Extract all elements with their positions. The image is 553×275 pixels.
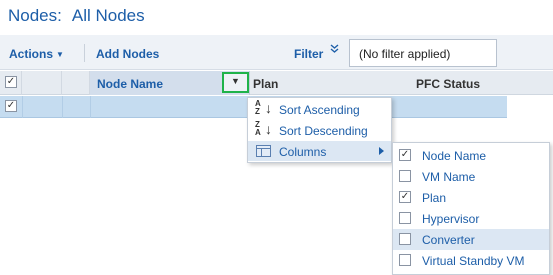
column-toggle-label: Virtual Standby VM bbox=[422, 254, 525, 268]
cell-divider bbox=[90, 96, 91, 118]
column-toggle-converter[interactable]: Converter bbox=[393, 229, 549, 250]
column-header-label: Node Name bbox=[97, 77, 164, 91]
column-toggle-vm-name[interactable]: VM Name bbox=[393, 166, 549, 187]
sort-descending-item[interactable]: Z A ↓ Sort Descending bbox=[248, 120, 391, 140]
dropdown-triangle-icon: ▼ bbox=[231, 76, 240, 86]
column-toggle-label: Node Name bbox=[422, 149, 487, 163]
toolbar-divider bbox=[84, 44, 85, 62]
row-checkbox[interactable]: ✓ bbox=[5, 100, 17, 112]
column-checkbox[interactable] bbox=[399, 254, 411, 266]
column-checkbox[interactable]: ✓ bbox=[399, 149, 411, 161]
header-spacer-cell bbox=[62, 71, 90, 95]
filter-button[interactable]: Filter bbox=[294, 47, 323, 61]
column-toggle-node-name[interactable]: ✓ Node Name bbox=[393, 145, 549, 166]
toolbar: Actions ▼ Add Nodes Filter (No filter app… bbox=[0, 35, 553, 70]
double-chevron-down-icon[interactable] bbox=[330, 44, 339, 57]
column-checkbox[interactable]: ✓ bbox=[399, 191, 411, 203]
column-header-pfc-status[interactable]: PFC Status bbox=[416, 77, 480, 91]
column-header-plan[interactable]: Plan bbox=[253, 77, 278, 91]
column-checkbox[interactable] bbox=[399, 233, 411, 245]
column-toggle-virtual-standby-vm[interactable]: Virtual Standby VM bbox=[393, 250, 549, 271]
column-checkbox[interactable] bbox=[399, 170, 411, 182]
columns-icon bbox=[256, 145, 271, 157]
header-spacer-cell bbox=[22, 71, 62, 95]
columns-submenu: ✓ Node Name VM Name ✓ Plan Hypervisor Co… bbox=[392, 142, 550, 275]
column-toggle-label: VM Name bbox=[422, 170, 476, 184]
add-nodes-button[interactable]: Add Nodes bbox=[96, 47, 159, 61]
menu-item-label: Sort Descending bbox=[279, 124, 368, 138]
select-all-checkbox[interactable]: ✓ bbox=[5, 76, 17, 88]
sort-ascending-icon: A Z ↓ bbox=[255, 99, 272, 117]
sort-descending-icon: Z A ↓ bbox=[255, 120, 272, 138]
column-toggle-label: Hypervisor bbox=[422, 212, 480, 226]
caret-down-icon: ▼ bbox=[56, 50, 64, 59]
column-toggle-hypervisor[interactable]: Hypervisor bbox=[393, 208, 549, 229]
column-checkbox[interactable] bbox=[399, 212, 411, 224]
filter-status-field[interactable]: (No filter applied) bbox=[349, 39, 497, 67]
actions-menu-button[interactable]: Actions ▼ bbox=[9, 47, 64, 61]
actions-label: Actions bbox=[9, 47, 54, 61]
columns-item[interactable]: Columns bbox=[248, 141, 391, 161]
column-toggle-label: Converter bbox=[422, 233, 475, 247]
column-toggle-label: Plan bbox=[422, 191, 447, 205]
cell-divider bbox=[22, 96, 23, 118]
page-title: Nodes: All Nodes bbox=[8, 6, 145, 26]
column-menu-button[interactable]: ▼ bbox=[222, 72, 249, 93]
sort-ascending-item[interactable]: A Z ↓ Sort Ascending bbox=[248, 99, 391, 119]
column-toggle-plan[interactable]: ✓ Plan bbox=[393, 187, 549, 208]
column-options-menu: A Z ↓ Sort Ascending Z A ↓ Sort Descending C… bbox=[247, 97, 392, 163]
header-checkbox-cell: ✓ bbox=[0, 71, 22, 95]
page-title-prefix: Nodes: bbox=[8, 6, 62, 25]
menu-item-label: Sort Ascending bbox=[279, 103, 360, 117]
cell-divider bbox=[62, 96, 63, 118]
menu-item-label: Columns bbox=[279, 145, 327, 159]
page-title-suffix: All Nodes bbox=[71, 6, 145, 25]
submenu-arrow-icon bbox=[379, 147, 384, 155]
